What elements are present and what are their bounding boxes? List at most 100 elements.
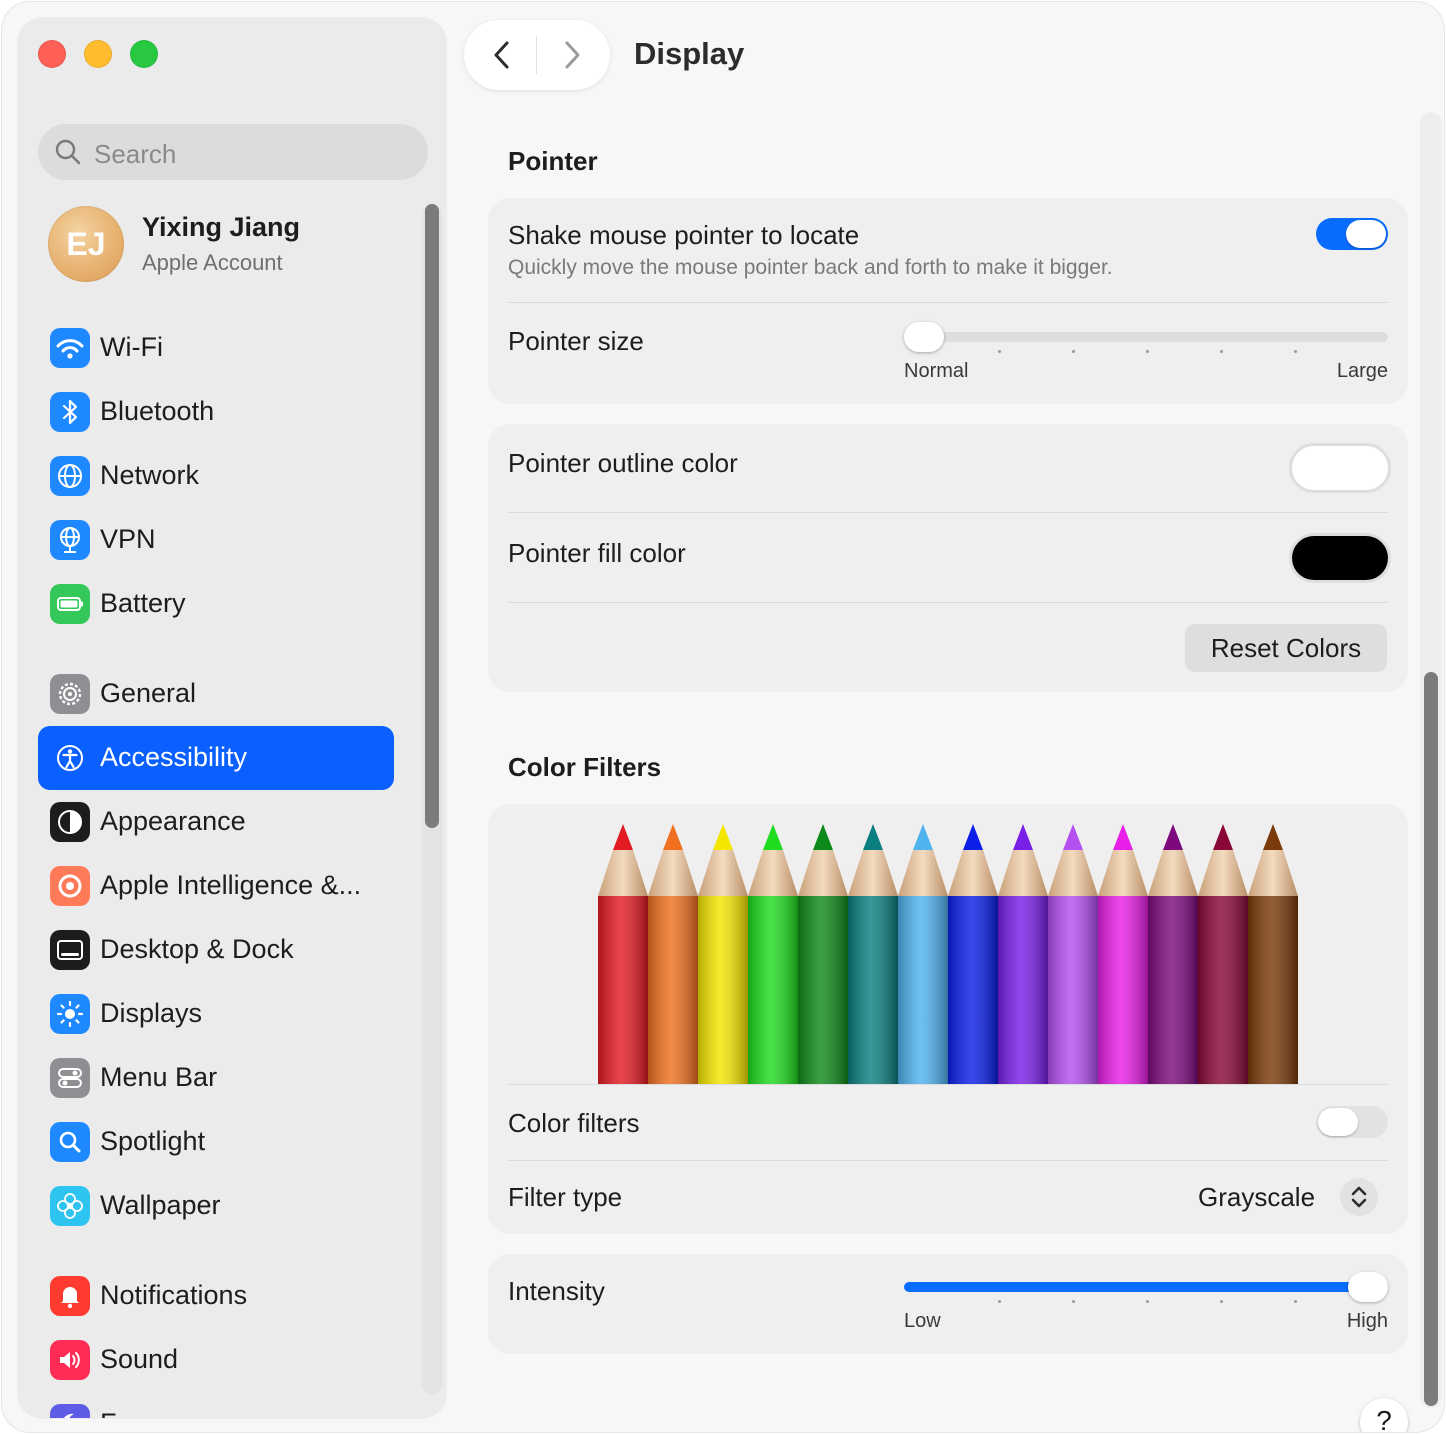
sidebar-item-label: Apple Intelligence &...	[100, 870, 362, 900]
gear-icon	[50, 674, 90, 714]
sidebar-item-spotlight[interactable]: Spotlight	[38, 1110, 394, 1174]
pencil	[948, 824, 998, 1084]
zoom-window-button[interactable]	[130, 40, 158, 68]
filter-type-stepper[interactable]	[1340, 1178, 1378, 1216]
sidebar-item-menu-bar[interactable]: Menu Bar	[38, 1046, 394, 1110]
pointer-fill-color-well[interactable]	[1292, 536, 1388, 580]
sidebar-item-network[interactable]: Network	[38, 444, 394, 508]
slider-tick-mark	[1220, 350, 1224, 353]
account-name: Yixing Jiang	[142, 212, 301, 242]
flower-icon	[50, 1186, 90, 1226]
help-button[interactable]: ?	[1360, 1398, 1408, 1432]
sidebar-item-accessibility[interactable]: Accessibility	[38, 726, 394, 790]
sidebar-item-desktop-dock[interactable]: Desktop & Dock	[38, 918, 394, 982]
slider-tick-mark	[998, 1300, 1002, 1303]
account-subtitle: Apple Account	[142, 250, 283, 275]
sidebar-item-notifications[interactable]: Notifications	[38, 1264, 394, 1328]
sidebar-item-displays[interactable]: Displays	[38, 982, 394, 1046]
focus-icon	[50, 1404, 90, 1418]
reset-colors-button[interactable]: Reset Colors	[1185, 624, 1387, 672]
pointer-size-slider-knob[interactable]	[904, 322, 944, 352]
filter-type-value: Grayscale	[1198, 1182, 1316, 1212]
content-scrollbar[interactable]	[1420, 112, 1442, 1408]
pointer-card-2: Pointer outline color Pointer fill color…	[488, 424, 1408, 692]
search-field[interactable]: Search	[38, 124, 428, 180]
vpn-globe-icon	[50, 520, 90, 560]
shake-pointer-toggle[interactable]	[1316, 218, 1388, 250]
intensity-label: Intensity	[508, 1276, 605, 1306]
sidebar-item-label: Desktop & Dock	[100, 934, 294, 964]
sidebar-scrollbar[interactable]	[422, 204, 442, 1394]
chevron-left-icon	[494, 41, 509, 69]
slider-tick-mark	[1146, 350, 1150, 353]
pencil	[1148, 824, 1198, 1084]
sidebar-item-label: F	[100, 1408, 117, 1418]
pencil	[798, 824, 848, 1084]
slider-tick-mark	[1072, 1300, 1076, 1303]
sidebar-item-bluetooth[interactable]: Bluetooth	[38, 380, 394, 444]
sidebar-scrollbar-thumb[interactable]	[425, 204, 439, 828]
pencil	[848, 824, 898, 1084]
pointer-size-slider[interactable]	[904, 332, 1388, 342]
sidebar-item-label: Wallpaper	[100, 1190, 221, 1220]
sidebar-item-label: Sound	[100, 1344, 179, 1374]
pencil	[998, 824, 1048, 1084]
avatar: EJ	[48, 206, 124, 282]
sidebar-item-label: Battery	[100, 588, 186, 618]
sidebar-item-label: Menu Bar	[100, 1062, 218, 1092]
pointer-fill-color-label: Pointer fill color	[508, 538, 686, 568]
slider-tick-mark	[1146, 1300, 1150, 1303]
globe-icon	[50, 456, 90, 496]
pencil	[748, 824, 798, 1084]
pointer-outline-color-label: Pointer outline color	[508, 448, 738, 478]
color-filters-section-title: Color Filters	[508, 752, 662, 782]
color-filters-toggle[interactable]	[1316, 1106, 1388, 1138]
sidebar-item-label: Notifications	[100, 1280, 248, 1310]
sidebar-item-general[interactable]: General	[38, 662, 394, 726]
sidebar-item-apple-intelligence[interactable]: Apple Intelligence &...	[38, 854, 394, 918]
pencil	[1248, 824, 1298, 1084]
bluetooth-icon	[50, 392, 90, 432]
sidebar-item-wi-fi[interactable]: Wi-Fi	[38, 316, 394, 380]
content-scrollbar-thumb[interactable]	[1424, 672, 1438, 1406]
divider	[508, 1084, 1388, 1085]
filter-type-label: Filter type	[508, 1182, 623, 1212]
magnifier-icon	[50, 1122, 90, 1162]
pointer-size-min-label: Normal	[904, 360, 969, 382]
page-title: Display	[634, 36, 745, 71]
sidebar-item-f[interactable]: F	[38, 1392, 394, 1418]
sidebar-item-label: Displays	[100, 998, 203, 1028]
sidebar-item-wallpaper[interactable]: Wallpaper	[38, 1174, 394, 1238]
color-filters-card: Color filters Filter type Grayscale	[488, 804, 1408, 1234]
accessibility-icon	[50, 738, 90, 778]
pointer-outline-color-well[interactable]	[1292, 446, 1388, 490]
apple-intelligence-icon	[50, 866, 90, 906]
slider-tick-mark	[998, 350, 1002, 353]
intensity-slider-knob[interactable]	[1348, 1272, 1388, 1302]
shake-pointer-label: Shake mouse pointer to locate	[508, 220, 860, 250]
back-button[interactable]	[482, 35, 522, 75]
sidebar-item-appearance[interactable]: Appearance	[38, 790, 394, 854]
intensity-slider[interactable]	[904, 1282, 1388, 1292]
intensity-slider-fill	[904, 1282, 1388, 1292]
toggle-knob	[1346, 220, 1386, 248]
divider	[508, 1160, 1388, 1161]
close-window-button[interactable]	[38, 40, 66, 68]
toggle-knob	[1318, 1108, 1358, 1136]
sidebar-item-battery[interactable]: Battery	[38, 572, 394, 636]
minimize-window-button[interactable]	[84, 40, 112, 68]
navigation-buttons	[464, 20, 610, 90]
pencil	[698, 824, 748, 1084]
search-placeholder: Search	[94, 139, 177, 169]
forward-button[interactable]	[552, 35, 592, 75]
speaker-icon	[50, 1340, 90, 1380]
pointer-size-label: Pointer size	[508, 326, 644, 356]
sidebar-item-label: Accessibility	[100, 742, 248, 772]
battery-icon	[50, 584, 90, 624]
intensity-min-label: Low	[904, 1310, 941, 1332]
sidebar-item-vpn[interactable]: VPN	[38, 508, 394, 572]
divider	[508, 302, 1388, 303]
pointer-card-1: Shake mouse pointer to locate Quickly mo…	[488, 198, 1408, 404]
sidebar-item-sound[interactable]: Sound	[38, 1328, 394, 1392]
pointer-size-max-label: Large	[1336, 360, 1388, 382]
